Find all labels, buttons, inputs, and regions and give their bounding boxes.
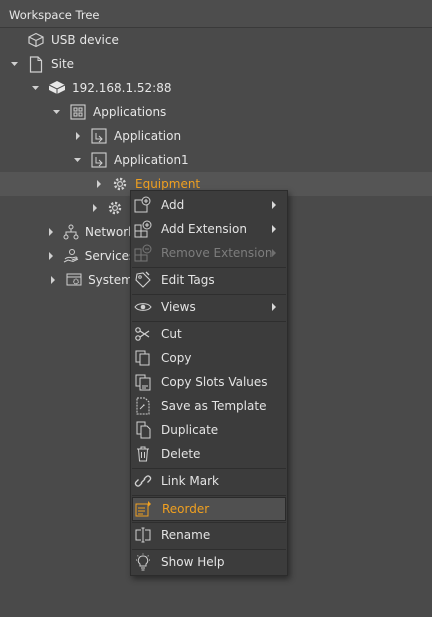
submenu-arrow-icon xyxy=(272,201,276,209)
menu-item-views[interactable]: Views xyxy=(131,295,287,319)
expanded-arrow-icon[interactable] xyxy=(74,156,82,164)
menu-separator xyxy=(132,495,286,496)
tree-label-application: Application xyxy=(114,129,182,143)
collapsed-arrow-icon[interactable] xyxy=(50,276,58,284)
menu-item-duplicate[interactable]: Duplicate xyxy=(131,418,287,442)
menu-label-save-as-template: Save as Template xyxy=(161,399,267,413)
tree-label-system: System xyxy=(88,273,130,287)
remove-extension-icon xyxy=(134,244,152,262)
context-menu: Add Add Extension Remove Extension Edit … xyxy=(130,190,288,576)
tree-node-network[interactable]: Network xyxy=(0,220,130,244)
menu-item-link-mark[interactable]: Link Mark xyxy=(131,469,287,493)
gear-icon xyxy=(107,199,124,217)
menu-item-reorder[interactable]: Reorder xyxy=(132,497,286,521)
menu-label-edit-tags: Edit Tags xyxy=(161,273,215,287)
expanded-arrow-icon[interactable] xyxy=(11,60,19,68)
collapsed-arrow-icon[interactable] xyxy=(48,228,55,236)
menu-label-remove-extension: Remove Extension xyxy=(161,246,273,260)
tree-node-usb-device[interactable]: USB device xyxy=(0,28,432,52)
tree-node-system[interactable]: System xyxy=(0,268,130,292)
tree-node-applications[interactable]: Applications xyxy=(0,100,432,124)
collapsed-arrow-icon[interactable] xyxy=(95,180,103,188)
menu-label-link-mark: Link Mark xyxy=(161,474,219,488)
tree-label-network: Network xyxy=(84,225,130,239)
copy-slots-values-icon xyxy=(134,373,152,391)
menu-item-show-help[interactable]: Show Help xyxy=(131,550,287,574)
trash-icon xyxy=(134,445,152,463)
menu-label-duplicate: Duplicate xyxy=(161,423,219,437)
submenu-arrow-icon xyxy=(272,225,276,233)
services-icon xyxy=(63,247,79,265)
system-icon xyxy=(65,271,82,289)
menu-item-add[interactable]: Add xyxy=(131,193,287,217)
tree-node-equipment-2[interactable] xyxy=(0,196,130,220)
menu-label-show-help: Show Help xyxy=(161,555,225,569)
collapsed-arrow-icon[interactable] xyxy=(74,132,82,140)
tree-label-services: Services xyxy=(84,249,130,263)
copy-icon xyxy=(134,349,152,367)
reorder-icon xyxy=(135,500,153,518)
template-icon xyxy=(134,397,152,415)
tree-label-usb-device: USB device xyxy=(51,33,119,47)
tree-label-equipment: Equipment xyxy=(135,177,201,191)
collapsed-arrow-icon[interactable] xyxy=(91,204,99,212)
expanded-arrow-icon[interactable] xyxy=(32,84,40,92)
usb-device-icon xyxy=(27,31,45,49)
submenu-arrow-icon xyxy=(272,303,276,311)
applications-folder-icon xyxy=(69,103,87,121)
submenu-arrow-icon xyxy=(272,249,276,257)
tree-label-site: Site xyxy=(51,57,75,71)
tree-label-device: 192.168.1.52:88 xyxy=(72,81,172,95)
menu-item-rename[interactable]: Rename xyxy=(131,523,287,547)
eye-icon xyxy=(134,298,152,316)
menu-item-copy[interactable]: Copy xyxy=(131,346,287,370)
device-icon xyxy=(48,79,66,97)
network-icon xyxy=(63,223,79,241)
application-icon xyxy=(90,151,108,169)
collapsed-arrow-icon[interactable] xyxy=(47,252,54,260)
menu-label-cut: Cut xyxy=(161,327,182,341)
menu-label-reorder: Reorder xyxy=(162,502,210,516)
menu-label-add-extension: Add Extension xyxy=(161,222,247,236)
tree-node-site[interactable]: Site xyxy=(0,52,432,76)
menu-label-add: Add xyxy=(161,198,185,212)
tree-label-applications: Applications xyxy=(93,105,167,119)
expanded-arrow-icon[interactable] xyxy=(53,108,61,116)
tree-node-application[interactable]: Application xyxy=(0,124,432,148)
menu-item-delete[interactable]: Delete xyxy=(131,442,287,466)
menu-label-rename: Rename xyxy=(161,528,211,542)
menu-item-save-as-template[interactable]: Save as Template xyxy=(131,394,287,418)
menu-item-add-extension[interactable]: Add Extension xyxy=(131,217,287,241)
menu-label-views: Views xyxy=(161,300,196,314)
menu-label-delete: Delete xyxy=(161,447,201,461)
tree-node-services[interactable]: Services xyxy=(0,244,130,268)
duplicate-icon xyxy=(134,421,152,439)
rename-icon xyxy=(134,526,152,544)
gear-icon xyxy=(111,175,129,193)
link-icon xyxy=(134,472,152,490)
scissors-icon xyxy=(134,325,152,343)
menu-item-edit-tags[interactable]: Edit Tags xyxy=(131,268,287,292)
tag-icon xyxy=(134,271,152,289)
menu-label-copy-slots-values: Copy Slots Values xyxy=(161,375,268,389)
menu-label-copy: Copy xyxy=(161,351,192,365)
menu-item-copy-slots-values[interactable]: Copy Slots Values xyxy=(131,370,287,394)
tree-node-application1[interactable]: Application1 xyxy=(0,148,432,172)
add-extension-icon xyxy=(134,220,152,238)
lightbulb-icon xyxy=(134,553,152,571)
menu-item-cut[interactable]: Cut xyxy=(131,322,287,346)
panel-title: Workspace Tree xyxy=(9,8,100,22)
workspace-tree-header: Workspace Tree xyxy=(0,0,432,28)
application-icon xyxy=(90,127,108,145)
menu-item-remove-extension[interactable]: Remove Extension xyxy=(131,241,287,265)
tree-label-application1: Application1 xyxy=(114,153,189,167)
tree-node-device[interactable]: 192.168.1.52:88 xyxy=(0,76,432,100)
site-icon xyxy=(27,55,45,73)
add-icon xyxy=(134,196,152,214)
